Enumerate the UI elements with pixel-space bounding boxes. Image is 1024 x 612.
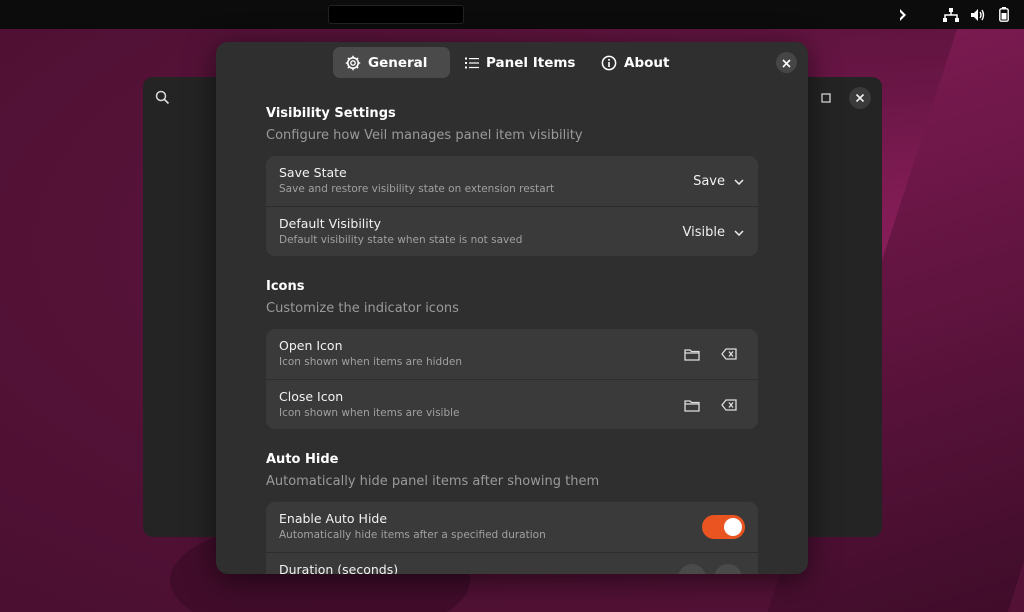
open-icon-row: Open Icon Icon shown when items are hidd… (266, 329, 758, 379)
row-subtitle: Icon shown when items are visible (279, 407, 460, 419)
chevron-down-icon (734, 174, 744, 189)
tab-general[interactable]: General (333, 47, 450, 78)
tab-panel-items[interactable]: Panel Items (453, 47, 587, 78)
section-title-auto-hide: Auto Hide (266, 452, 339, 467)
tab-bar: General Panel Items About (216, 42, 808, 82)
tab-panel-items-label: Panel Items (486, 54, 576, 71)
dropdown-value: Save (693, 173, 725, 189)
section-subtitle-icons: Customize the indicator icons (266, 301, 459, 316)
clear-icon[interactable] (718, 344, 740, 364)
auto-hide-card: Enable Auto Hide Automatically hide item… (266, 502, 758, 574)
dropdown-value: Visible (682, 224, 725, 240)
row-subtitle: Icon shown when items are hidden (279, 356, 462, 368)
toggle-knob (724, 518, 742, 536)
row-title: Enable Auto Hide (279, 511, 388, 526)
list-icon (465, 57, 479, 69)
close-icon (782, 53, 791, 72)
save-state-row[interactable]: Save State Save and restore visibility s… (266, 156, 758, 206)
row-subtitle: Default visibility state when state is n… (279, 234, 523, 246)
network-icon[interactable] (943, 0, 959, 29)
folder-icon[interactable] (681, 344, 703, 364)
decrement-button[interactable] (678, 564, 706, 574)
row-title: Default Visibility (279, 216, 382, 231)
row-subtitle: Automatically hide items after a specifi… (279, 529, 546, 541)
section-subtitle-visibility: Configure how Veil manages panel item vi… (266, 128, 583, 143)
section-title-visibility: Visibility Settings (266, 106, 396, 121)
default-visibility-row[interactable]: Default Visibility Default visibility st… (266, 206, 758, 256)
auto-hide-toggle[interactable] (702, 515, 745, 539)
row-title: Close Icon (279, 389, 344, 404)
increment-button[interactable] (714, 564, 742, 574)
top-panel (0, 0, 1024, 29)
icons-card: Open Icon Icon shown when items are hidd… (266, 329, 758, 429)
visibility-settings-card: Save State Save and restore visibility s… (266, 156, 758, 256)
volume-icon[interactable] (970, 0, 986, 29)
activities-indicator[interactable] (328, 5, 464, 24)
clear-icon[interactable] (718, 395, 740, 415)
tab-about[interactable]: About (589, 47, 681, 78)
tab-about-label: About (624, 54, 670, 71)
enable-auto-hide-row[interactable]: Enable Auto Hide Automatically hide item… (266, 502, 758, 552)
close-icon[interactable] (849, 87, 871, 109)
section-title-icons: Icons (266, 279, 305, 294)
row-title: Duration (seconds) (279, 562, 399, 574)
folder-icon[interactable] (681, 395, 703, 415)
gear-icon (345, 55, 361, 71)
default-visibility-dropdown[interactable]: Visible (683, 207, 744, 256)
veil-arrow-icon[interactable] (897, 0, 909, 29)
tab-general-label: General (368, 54, 428, 71)
section-subtitle-auto-hide: Automatically hide panel items after sho… (266, 474, 600, 489)
close-icon-row: Close Icon Icon shown when items are vis… (266, 379, 758, 429)
info-icon (601, 55, 617, 71)
dialog-close-button[interactable] (776, 52, 797, 73)
chevron-down-icon (734, 225, 744, 240)
search-icon[interactable] (155, 90, 170, 109)
duration-row: Duration (seconds) (266, 552, 758, 574)
maximize-icon[interactable] (815, 87, 837, 109)
row-title: Save State (279, 165, 347, 180)
row-title: Open Icon (279, 338, 343, 353)
preferences-dialog: General Panel Items About Visibility Set… (216, 42, 808, 574)
save-state-dropdown[interactable]: Save (693, 156, 744, 206)
battery-icon[interactable] (999, 0, 1009, 29)
row-subtitle: Save and restore visibility state on ext… (279, 183, 555, 195)
